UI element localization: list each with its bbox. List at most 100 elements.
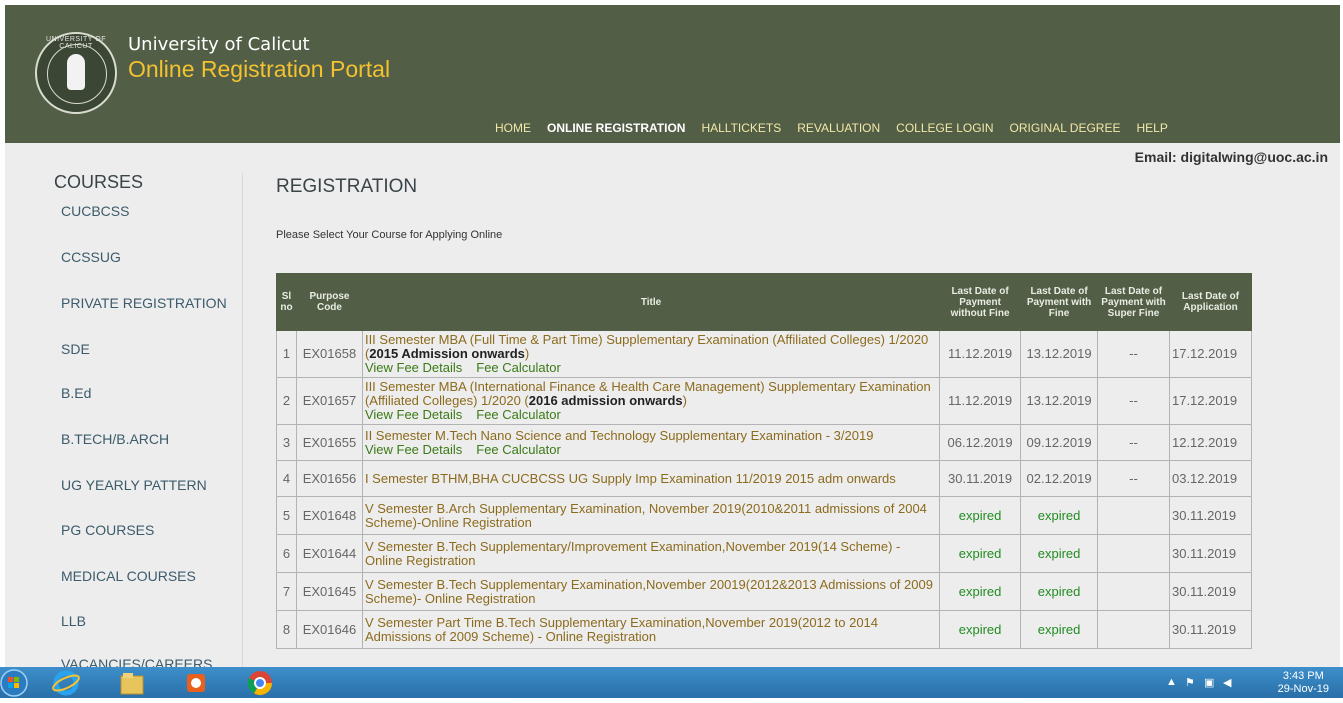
file-explorer-icon[interactable] bbox=[106, 667, 158, 698]
cell-sl-no: 5 bbox=[276, 496, 297, 535]
nav-help[interactable]: HELP bbox=[1136, 121, 1167, 135]
cell-d4: 17.12.2019 bbox=[1168, 330, 1253, 378]
cell-d2: expired bbox=[1020, 572, 1099, 611]
sidebar-item-btech-barch[interactable]: B.TECH/B.ARCH bbox=[61, 431, 169, 447]
nav-original-degree[interactable]: ORIGINAL DEGREE bbox=[1010, 121, 1121, 135]
fee-calculator-link[interactable]: Fee Calculator bbox=[476, 407, 561, 422]
cell-d1: expired bbox=[939, 610, 1022, 649]
cell-d2: 13.12.2019 bbox=[1020, 330, 1099, 378]
cell-sl-no: 1 bbox=[276, 330, 297, 378]
clock-date: 29-Nov-19 bbox=[1277, 683, 1329, 695]
contact-email: Email: digitalwing@uoc.ac.in bbox=[1134, 149, 1328, 165]
sidebar-item-cucbcss[interactable]: CUCBCSS bbox=[61, 203, 129, 219]
title-text-end: ) bbox=[682, 393, 687, 408]
sidebar-item-sde[interactable]: SDE bbox=[61, 341, 90, 357]
cell-title: V Semester Part Time B.Tech Supplementar… bbox=[361, 610, 941, 649]
sidebar-item-llb[interactable]: LLB bbox=[61, 613, 86, 629]
cell-purpose-code: EX01657 bbox=[295, 377, 363, 425]
media-player-icon[interactable] bbox=[170, 667, 222, 698]
site-header: UNIVERSITY OF CALICUT University of Cali… bbox=[5, 5, 1340, 143]
cell-d2: 09.12.2019 bbox=[1020, 424, 1099, 461]
col-last-date-super-fine: Last Date of Payment with Super Fine bbox=[1097, 273, 1170, 331]
cell-title: II Semester M.Tech Nano Science and Tech… bbox=[361, 424, 941, 461]
sidebar-item-ccssug[interactable]: CCSSUG bbox=[61, 249, 121, 265]
cell-title: V Semester B.Tech Supplementary/Improvem… bbox=[361, 534, 941, 573]
view-fee-details-link[interactable]: View Fee Details bbox=[365, 442, 462, 457]
title-text: V Semester Part Time B.Tech Supplementar… bbox=[364, 614, 879, 644]
title-text-end: ) bbox=[524, 346, 530, 361]
action-center-flag-icon[interactable]: ⚑ bbox=[1185, 676, 1195, 689]
cell-d1: 30.11.2019 bbox=[939, 460, 1022, 497]
sidebar-item-private-registration[interactable]: PRIVATE REGISTRATION bbox=[61, 295, 227, 311]
cell-d2: expired bbox=[1020, 610, 1099, 649]
cell-title: III Semester MBA (International Finance … bbox=[361, 377, 941, 425]
page-title: REGISTRATION bbox=[276, 176, 418, 197]
network-icon[interactable]: ▣ bbox=[1204, 676, 1214, 689]
taskbar-clock[interactable]: 3:43 PM 29-Nov-19 bbox=[1278, 670, 1329, 696]
registration-table: Sl no Purpose Code Title Last Date of Pa… bbox=[276, 273, 1253, 649]
start-orb-icon[interactable] bbox=[0, 668, 36, 698]
cell-d2: 02.12.2019 bbox=[1020, 460, 1099, 497]
cell-purpose-code: EX01658 bbox=[295, 330, 363, 378]
cell-d3 bbox=[1097, 534, 1170, 573]
col-sl-no: Sl no bbox=[276, 273, 297, 331]
cell-sl-no: 8 bbox=[276, 610, 297, 649]
cell-d3: -- bbox=[1097, 377, 1170, 425]
col-last-date-application: Last Date of Application bbox=[1168, 273, 1253, 331]
cell-d3: -- bbox=[1097, 424, 1170, 461]
cell-sl-no: 6 bbox=[276, 534, 297, 573]
col-title: Title bbox=[361, 273, 941, 331]
cell-d3 bbox=[1097, 610, 1170, 649]
table-row: 7 EX01645 V Semester B.Tech Supplementary … bbox=[276, 572, 1253, 611]
sidebar-title: COURSES bbox=[54, 172, 144, 192]
table-row: 1 EX01658 III Semester MBA (Full Time & Pa… bbox=[276, 330, 1253, 378]
chrome-icon[interactable] bbox=[234, 667, 286, 698]
nav-online-registration[interactable]: ONLINE REGISTRATION bbox=[547, 121, 685, 135]
sidebar-item-bed[interactable]: B.Ed bbox=[61, 385, 91, 401]
university-name: University of Calicut bbox=[128, 34, 310, 55]
sidebar-item-pg-courses[interactable]: PG COURSES bbox=[61, 522, 154, 538]
fee-calculator-link[interactable]: Fee Calculator bbox=[476, 442, 561, 457]
nav-halltickets[interactable]: HALLTICKETS bbox=[701, 121, 781, 135]
fee-calculator-link[interactable]: Fee Calculator bbox=[476, 360, 561, 375]
sidebar-item-medical-courses[interactable]: MEDICAL COURSES bbox=[61, 568, 196, 584]
cell-sl-no: 2 bbox=[276, 377, 297, 425]
cell-d2: expired bbox=[1020, 496, 1099, 535]
internet-explorer-icon[interactable] bbox=[40, 667, 92, 698]
nav-college-login[interactable]: COLLEGE LOGIN bbox=[896, 121, 993, 135]
sidebar-item-ug-yearly-pattern[interactable]: UG YEARLY PATTERN bbox=[61, 477, 207, 493]
cell-purpose-code: EX01646 bbox=[295, 610, 363, 649]
title-text: V Semester B.Tech Supplementary Examinat… bbox=[364, 576, 933, 606]
col-last-date-with-fine: Last Date of Payment with Fine bbox=[1020, 273, 1099, 331]
title-text: I Semester BTHM,BHA CUCBCSS UG Supply Im… bbox=[364, 470, 896, 486]
table-row: 4 EX01656 I Semester BTHM,BHA CUCBCSS UG S… bbox=[276, 460, 1253, 497]
cell-d1: expired bbox=[939, 572, 1022, 611]
tray-expand-icon[interactable]: ▲ bbox=[1166, 676, 1177, 688]
view-fee-details-link[interactable]: View Fee Details bbox=[365, 407, 462, 422]
cell-d4: 30.11.2019 bbox=[1168, 610, 1253, 649]
nav-revaluation[interactable]: REVALUATION bbox=[797, 121, 880, 135]
cell-d3: -- bbox=[1097, 330, 1170, 378]
title-text: V Semester B.Arch Supplementary Examinat… bbox=[364, 500, 927, 530]
cell-sl-no: 7 bbox=[276, 572, 297, 611]
volume-icon[interactable]: ◀ bbox=[1223, 676, 1231, 689]
table-row: 3 EX01655 II Semester M.Tech Nano Science … bbox=[276, 424, 1253, 461]
title-text: II Semester M.Tech Nano Science and Tech… bbox=[364, 427, 874, 443]
view-fee-details-link[interactable]: View Fee Details bbox=[365, 360, 462, 375]
table-row: 2 EX01657 III Semester MBA (International … bbox=[276, 377, 1253, 425]
cell-title: III Semester MBA (Full Time & Part Time)… bbox=[361, 330, 941, 378]
cell-sl-no: 3 bbox=[276, 424, 297, 461]
cell-purpose-code: EX01648 bbox=[295, 496, 363, 535]
page-subtitle: Please Select Your Course for Applying O… bbox=[276, 229, 503, 241]
title-text: V Semester B.Tech Supplementary/Improvem… bbox=[364, 538, 901, 568]
col-last-date-without-fine: Last Date of Payment without Fine bbox=[939, 273, 1022, 331]
registration-table-wrap: Sl no Purpose Code Title Last Date of Pa… bbox=[276, 273, 1253, 649]
clock-time: 3:43 PM bbox=[1282, 670, 1324, 682]
table-header-row: Sl no Purpose Code Title Last Date of Pa… bbox=[276, 273, 1253, 331]
cell-d4: 30.11.2019 bbox=[1168, 496, 1253, 535]
cell-d2: 13.12.2019 bbox=[1020, 377, 1099, 425]
nav-home[interactable]: HOME bbox=[495, 121, 531, 135]
sidebar-divider bbox=[242, 173, 243, 667]
university-logo[interactable]: UNIVERSITY OF CALICUT bbox=[35, 32, 117, 114]
title-bold-text: 2015 Admission onwards bbox=[369, 346, 525, 361]
